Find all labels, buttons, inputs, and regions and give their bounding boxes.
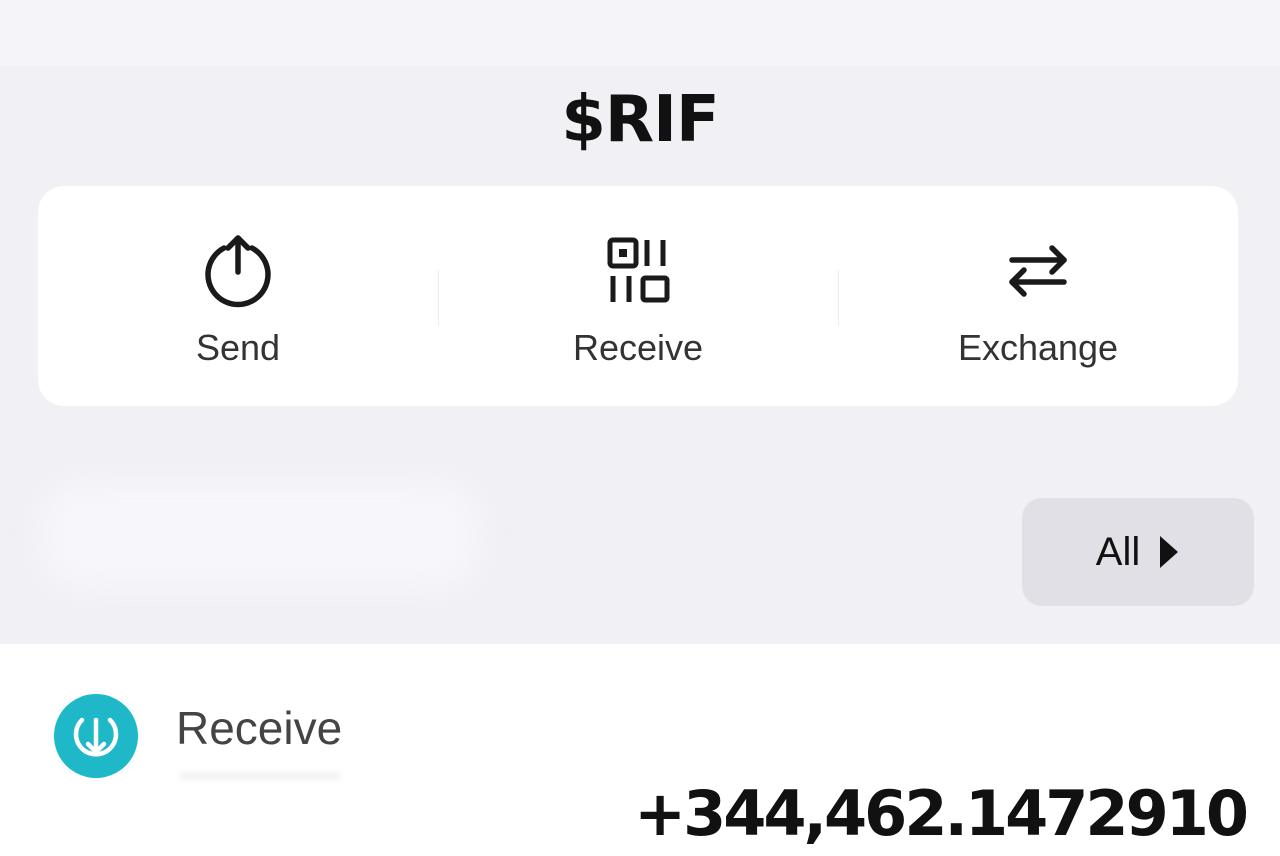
receive-label: Receive bbox=[572, 327, 704, 368]
blurred-section-header bbox=[40, 480, 480, 590]
exchange-icon bbox=[1009, 245, 1067, 297]
exchange-button[interactable]: Exchange bbox=[838, 186, 1238, 406]
receive-icon bbox=[54, 694, 138, 778]
action-card: Send Receive Exchange bbox=[38, 186, 1238, 406]
top-bar bbox=[0, 0, 1280, 66]
filter-all-label: All bbox=[1095, 529, 1141, 574]
send-button[interactable]: Send bbox=[38, 186, 438, 406]
exchange-label: Exchange bbox=[957, 327, 1119, 368]
qr-code-icon bbox=[607, 237, 670, 303]
filter-all-button[interactable]: All bbox=[1022, 498, 1254, 606]
receive-button[interactable]: Receive bbox=[438, 186, 838, 406]
transaction-amount: +344,462.1472910 bbox=[634, 777, 1249, 850]
page-title: $RIF bbox=[561, 83, 719, 157]
transaction-list: Receive +344,462.1472910 bbox=[0, 644, 1280, 856]
send-label: Send bbox=[195, 327, 281, 368]
send-icon bbox=[205, 235, 271, 308]
transaction-subtitle bbox=[180, 772, 340, 780]
transaction-type: Receive bbox=[176, 702, 343, 754]
caret-right-icon bbox=[1160, 536, 1179, 568]
